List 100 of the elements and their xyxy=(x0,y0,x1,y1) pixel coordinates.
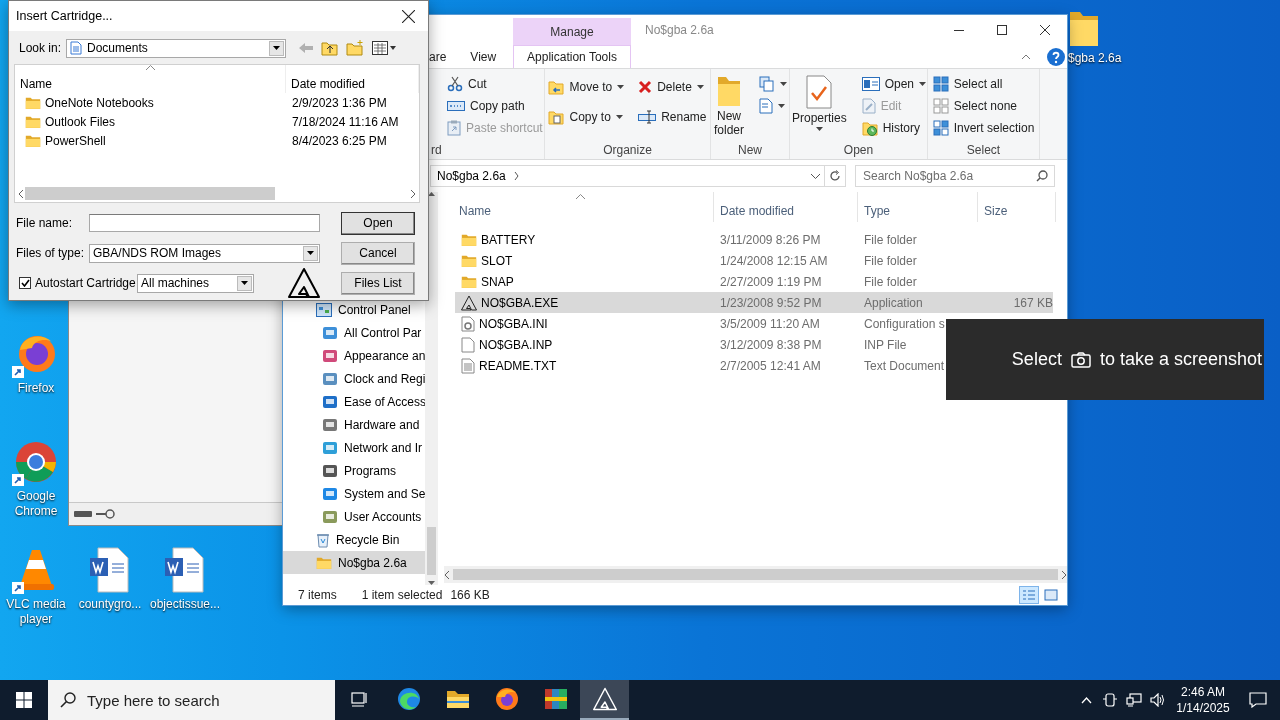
applet-icon xyxy=(322,485,338,502)
refresh-button[interactable] xyxy=(824,165,846,187)
ribbon-button[interactable]: Select none xyxy=(930,95,1037,117)
nav-item[interactable]: Hardware and xyxy=(283,413,425,436)
caret-icon xyxy=(273,46,281,50)
caret-icon xyxy=(780,82,787,86)
file-name: BATTERY xyxy=(481,232,536,247)
file-row[interactable]: PowerShell 8/4/2023 6:25 PM xyxy=(15,131,419,150)
date-cell-text: 1/24/2008 12:15 AM xyxy=(719,253,829,268)
scrollbar-thumb[interactable] xyxy=(453,569,1058,580)
clock[interactable]: 2:46 AM 1/14/2025 xyxy=(1170,684,1236,716)
ribbon-button[interactable]: Properties xyxy=(788,73,850,141)
column-header[interactable]: Type xyxy=(858,192,978,222)
caret-icon xyxy=(307,251,314,255)
column-header[interactable]: Date modified xyxy=(286,65,419,93)
ribbon-button[interactable]: Move to xyxy=(546,76,627,98)
ribbon-tab[interactable]: View xyxy=(470,49,497,64)
date-cell-text: 3/5/2009 11:20 AM xyxy=(719,316,821,331)
device-icon xyxy=(1103,693,1117,707)
applet-icon xyxy=(322,324,338,341)
look-in-dropdown[interactable]: Documents xyxy=(66,38,287,58)
folder-icon xyxy=(316,556,332,569)
machine-dropdown[interactable]: All machines xyxy=(137,273,254,293)
applet-icon xyxy=(322,416,338,433)
nav-item[interactable]: All Control Par xyxy=(283,321,425,344)
file-row[interactable]: Outlook Files 7/18/2024 11:16 AM xyxy=(15,112,419,131)
nav-item[interactable]: No$gba 2.6a xyxy=(283,551,425,574)
search-field[interactable]: Type here to search xyxy=(48,680,335,720)
cancel-button[interactable]: Cancel xyxy=(341,241,415,265)
caret-icon xyxy=(241,281,248,285)
column-header[interactable]: Name xyxy=(15,65,286,93)
nav-item[interactable]: Programs xyxy=(283,459,425,482)
ribbon-button[interactable]: History xyxy=(859,117,929,139)
settings-file-icon xyxy=(461,315,475,332)
applet-icon xyxy=(322,393,338,410)
dropdown-button[interactable] xyxy=(269,40,285,56)
applet-icon xyxy=(322,462,338,479)
address-bar[interactable]: No$gba 2.6a xyxy=(430,165,825,187)
type-cell-text: Configuration s xyxy=(863,316,946,331)
folder-icon xyxy=(25,115,41,128)
collapse-ribbon-icon xyxy=(1021,53,1031,60)
recycle-bin-icon xyxy=(316,531,330,548)
file-row[interactable]: NO$GBA.INI 3/5/2009 11:20 AM Configuration s xyxy=(455,313,1053,334)
scrollbar[interactable] xyxy=(425,192,438,585)
scrollbar[interactable] xyxy=(444,566,1067,583)
dropdown-button[interactable] xyxy=(237,275,252,291)
nav-item[interactable]: Control Panel xyxy=(283,298,425,321)
scrollbar-thumb[interactable] xyxy=(427,527,436,575)
ribbon-button[interactable]: Invert selection xyxy=(930,117,1037,139)
file-row[interactable]: BATTERY 3/11/2009 8:26 PM File folder xyxy=(455,229,1053,250)
ribbon-tab[interactable]: are xyxy=(429,49,447,64)
ribbon-button[interactable]: Rename xyxy=(636,106,709,128)
folder-icon xyxy=(717,75,741,107)
nav-item[interactable]: Network and Ir xyxy=(283,436,425,459)
column-header[interactable]: Size xyxy=(978,192,1056,222)
nav-item[interactable]: Appearance an xyxy=(283,344,425,367)
files-list-button[interactable]: Files List xyxy=(341,271,415,295)
contextual-ribbon-tab[interactable]: Application Tools xyxy=(513,45,631,68)
file-name: PowerShell xyxy=(45,133,106,148)
file-icon xyxy=(461,336,475,353)
search-field[interactable]: Search No$gba 2.6a xyxy=(855,165,1055,187)
ribbon-button[interactable]: Select all xyxy=(930,73,1037,95)
applet-icon xyxy=(322,508,338,525)
dropdown-button[interactable] xyxy=(303,245,318,261)
file-row[interactable]: NO$GBA.EXE 1/23/2008 9:52 PM Application 167 KB xyxy=(455,292,1053,313)
text-file-icon xyxy=(461,357,475,374)
ribbon-button[interactable]: Copy path xyxy=(445,95,545,117)
ribbon-button[interactable]: Copy to xyxy=(546,106,627,128)
caret-icon xyxy=(617,85,625,89)
open-button[interactable]: Open xyxy=(341,211,415,235)
group-label: Select xyxy=(966,143,1001,157)
ribbon-button[interactable]: Delete xyxy=(636,76,709,98)
nav-item[interactable]: Recycle Bin xyxy=(283,528,425,551)
ribbon-icon-button[interactable] xyxy=(757,73,789,95)
column-header[interactable]: Date modified xyxy=(714,192,858,222)
toast-text: Select xyxy=(1011,349,1062,370)
ribbon-button[interactable]: Cut xyxy=(445,73,545,95)
autostart-checkbox[interactable]: Autostart Cartridge xyxy=(16,276,137,290)
control-panel-icon xyxy=(316,302,332,317)
group-label: Open xyxy=(843,143,874,157)
file-name-field[interactable] xyxy=(89,214,320,232)
ribbon-button[interactable]: Open xyxy=(859,73,929,95)
nav-item[interactable]: User Accounts xyxy=(283,505,425,528)
folder-icon xyxy=(25,96,41,109)
column-header[interactable]: Name xyxy=(438,192,714,222)
folder-icon xyxy=(461,254,477,267)
selection-status: 1 item selected xyxy=(361,588,443,602)
file-type-dropdown[interactable]: GBA/NDS ROM Images xyxy=(89,243,320,263)
triangle-logo-icon xyxy=(592,687,617,711)
nav-item[interactable]: Ease of Access xyxy=(283,390,425,413)
ribbon-button[interactable]: New folder xyxy=(711,73,747,141)
file-row[interactable]: SLOT 1/24/2008 12:15 AM File folder xyxy=(455,250,1053,271)
folder-icon xyxy=(461,233,477,246)
taskbar-app[interactable] xyxy=(580,680,629,720)
nav-item[interactable]: Clock and Regi xyxy=(283,367,425,390)
nav-item[interactable]: System and Se xyxy=(283,482,425,505)
file-row[interactable]: SNAP 2/27/2009 1:19 PM File folder xyxy=(455,271,1053,292)
file-row[interactable]: OneNote Notebooks 2/9/2023 1:36 PM xyxy=(15,93,419,112)
scrollbar-thumb[interactable] xyxy=(25,187,275,200)
date-cell-text: 2/7/2005 12:41 AM xyxy=(719,358,822,373)
